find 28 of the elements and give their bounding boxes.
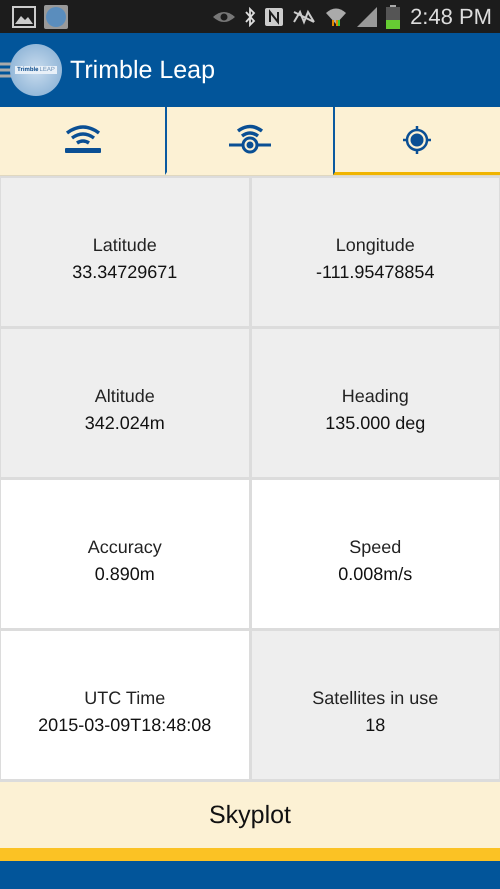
tab[interactable]: [332, 107, 500, 175]
app-title: Trimble Leap: [70, 56, 215, 84]
tile-value: 18: [365, 715, 386, 736]
tile-label: Altitude: [94, 386, 155, 407]
nfc-icon: [264, 6, 284, 26]
tile-value: 135.000 deg: [325, 413, 426, 434]
wifi-icon: [324, 6, 348, 28]
tile-label: UTC Time: [84, 688, 166, 709]
tile-value: -111.95478854: [316, 262, 434, 283]
tile-value: 342.024m: [84, 413, 165, 434]
tile-value: 33.34729671: [72, 262, 178, 283]
tile-value: 0.008m/s: [338, 564, 412, 585]
skyplot-button[interactable]: Skyplot: [0, 782, 500, 848]
menu-icon[interactable]: [0, 62, 12, 78]
image-icon: [12, 6, 36, 28]
tile-value: 0.890m: [94, 564, 155, 585]
status-time: 2:48 PM: [410, 4, 492, 30]
bluetooth-icon: [244, 6, 256, 26]
signal-icon: [356, 6, 378, 28]
tile-label: Latitude: [92, 235, 157, 256]
tile-label: Heading: [342, 386, 409, 407]
tile-label: Satellites in use: [312, 688, 438, 709]
battery-icon: [386, 4, 400, 28]
tile-label: Longitude: [336, 235, 415, 256]
tile-label: Speed: [349, 537, 402, 558]
app-notification-icon: [44, 4, 68, 28]
tile-value: 2015-03-09T18:48:08: [38, 715, 212, 736]
tile-label: Accuracy: [88, 537, 162, 558]
